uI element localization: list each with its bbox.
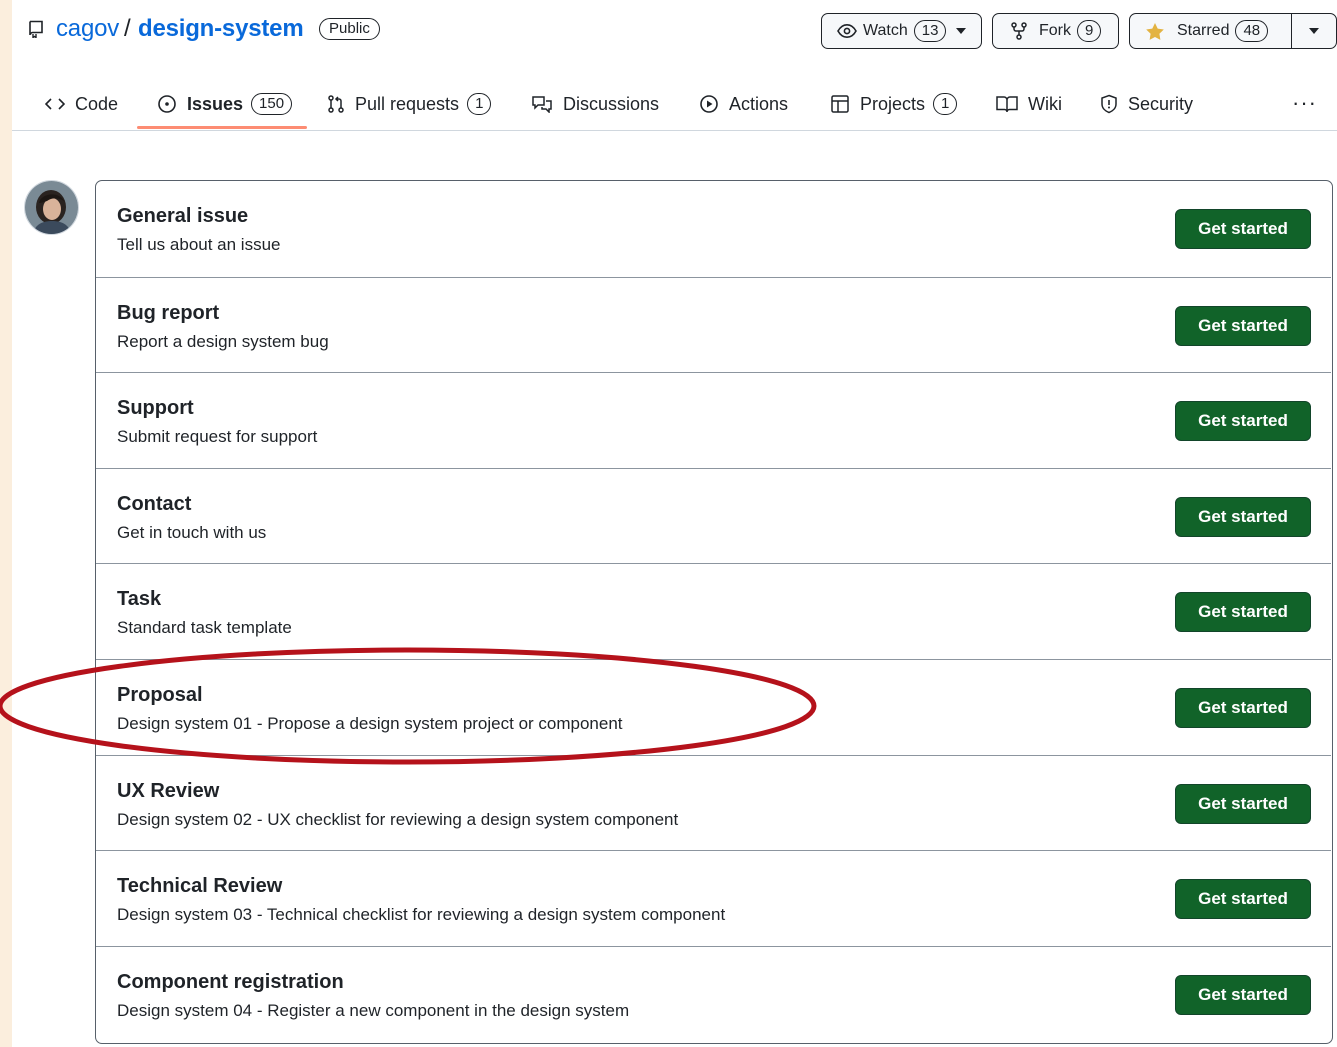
code-icon [45, 98, 65, 110]
get-started-button[interactable]: Get started [1175, 592, 1311, 633]
tab-projects[interactable]: Projects 1 [830, 78, 958, 130]
template-description: Submit request for support [117, 427, 318, 447]
tab-security[interactable]: Security [1100, 78, 1193, 130]
repo-nav-tabs: Code Issues 150 Pull requests 1 Discussi… [12, 78, 1337, 131]
tab-issues-label: Issues [187, 93, 244, 114]
template-description: Get in touch with us [117, 522, 267, 542]
more-tabs-button[interactable]: ··· [1292, 90, 1317, 116]
avatar [24, 180, 79, 235]
template-title: Contact [117, 492, 192, 515]
template-row: UX Review Design system 02 - UX checklist… [96, 754, 1331, 851]
tab-projects-label: Projects [860, 93, 926, 114]
tab-code-label: Code [75, 93, 119, 114]
template-description: Report a design system bug [117, 331, 329, 351]
book-icon [996, 96, 1018, 113]
template-title: General issue [117, 205, 249, 227]
fork-label: Fork [1039, 22, 1071, 39]
issue-template-list: General issue Tell us about an issue Get s… [95, 180, 1333, 1044]
template-description: Tell us about an issue [117, 235, 281, 254]
repo-name-link[interactable]: design-system [138, 15, 304, 43]
repo-header: cagov / design-system Public Watch 13 Fo… [12, 0, 1337, 64]
template-title: UX Review [117, 779, 220, 802]
visibility-badge: Public [319, 18, 380, 40]
get-started-button[interactable]: Get started [1175, 974, 1311, 1015]
starred-label: Starred [1177, 22, 1230, 39]
table-icon [831, 95, 849, 113]
tab-actions-label: Actions [729, 93, 789, 114]
template-description: Design system 03 - Technical checklist f… [117, 905, 726, 925]
template-row: General issue Tell us about an issue Get s… [96, 181, 1331, 277]
chevron-down-icon [1309, 28, 1319, 34]
get-started-button[interactable]: Get started [1175, 688, 1311, 728]
get-started-button[interactable]: Get started [1175, 209, 1311, 249]
pull-requests-count: 1 [467, 93, 492, 115]
issue-icon [158, 95, 176, 113]
get-started-button[interactable]: Get started [1175, 783, 1311, 824]
tab-actions[interactable]: Actions [699, 78, 788, 130]
chevron-down-icon [956, 28, 967, 34]
template-row: Technical Review Design system 03 - Techn… [96, 850, 1331, 946]
template-row: Support Submit request for support Get sta… [96, 372, 1331, 468]
template-description: Design system 01 - Propose a design syst… [117, 714, 623, 733]
eye-icon [837, 23, 857, 39]
template-description: Design system 02 - UX checklist for revi… [117, 809, 679, 829]
tab-wiki-label: Wiki [1028, 93, 1062, 114]
tab-discussions[interactable]: Discussions [531, 78, 659, 130]
tab-issues[interactable]: Issues 150 [157, 78, 293, 130]
tab-code[interactable]: Code [45, 78, 118, 130]
starred-button[interactable]: Starred 48 [1129, 13, 1293, 49]
template-description: Standard task template [117, 618, 292, 638]
template-row: Proposal Design system 01 - Propose a des… [96, 659, 1331, 755]
tab-pull-requests-label: Pull requests [355, 93, 460, 114]
template-title: Support [117, 397, 194, 420]
template-title: Task [117, 588, 162, 611]
tab-wiki[interactable]: Wiki [996, 78, 1062, 130]
star-icon [1146, 22, 1164, 40]
fork-button[interactable]: Fork 9 [992, 13, 1119, 49]
pull-request-icon [328, 95, 344, 113]
template-title: Component registration [117, 970, 344, 993]
watch-label: Watch [863, 22, 908, 39]
discussions-icon [532, 96, 552, 113]
template-title: Technical Review [117, 875, 283, 898]
tab-security-label: Security [1128, 93, 1194, 114]
tab-discussions-label: Discussions [563, 93, 660, 114]
issues-count: 150 [251, 93, 293, 115]
active-tab-indicator [137, 126, 307, 129]
repo-path-separator: / [124, 15, 131, 42]
get-started-button[interactable]: Get started [1175, 879, 1311, 920]
fork-icon [1011, 22, 1027, 40]
shield-icon [1101, 94, 1117, 114]
repo-owner-link[interactable]: cagov [56, 15, 119, 43]
get-started-button[interactable]: Get started [1175, 496, 1311, 537]
get-started-button[interactable]: Get started [1175, 305, 1311, 346]
template-title: Proposal [117, 684, 203, 706]
template-title: Bug report [117, 301, 220, 324]
watch-count: 13 [913, 20, 947, 42]
template-row: Component registration Design system 04 -… [96, 945, 1331, 1042]
template-row: Bug report Report a design system bug Get … [96, 276, 1331, 373]
repo-icon [29, 20, 43, 38]
avatar-image [25, 181, 78, 234]
repo-page: cagov / design-system Public Watch 13 Fo… [0, 0, 1337, 1047]
projects-count: 1 [933, 93, 958, 115]
watch-button[interactable]: Watch 13 [821, 13, 982, 49]
template-row: Task Standard task template Get started [96, 563, 1331, 659]
play-icon [700, 95, 718, 113]
fork-count: 9 [1077, 20, 1102, 42]
get-started-button[interactable]: Get started [1175, 401, 1311, 442]
star-count: 48 [1235, 20, 1269, 42]
template-row: Contact Get in touch with us Get started [96, 467, 1331, 564]
star-lists-dropdown[interactable] [1291, 13, 1337, 49]
template-description: Design system 04 - Register a new compon… [117, 1000, 630, 1020]
tab-pull-requests[interactable]: Pull requests 1 [327, 78, 492, 130]
